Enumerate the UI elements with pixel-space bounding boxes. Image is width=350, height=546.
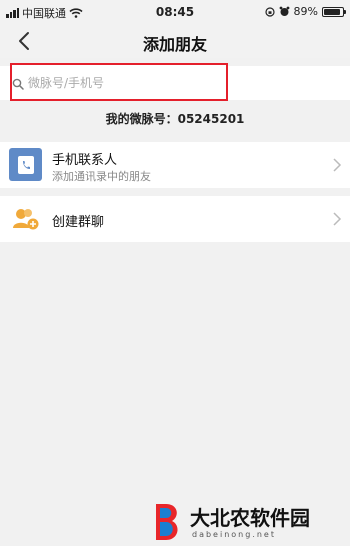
- page-title: 添加朋友: [142, 35, 207, 54]
- watermark-domain: dabeinong.net: [192, 530, 276, 539]
- watermark: 大北农软件园 dabeinong.net: [152, 500, 344, 544]
- list-item-phone-contacts[interactable]: 手机联系人 添加通讯录中的朋友: [0, 142, 350, 188]
- chevron-right-icon: [333, 212, 342, 226]
- status-bar-right: 89%: [264, 5, 346, 18]
- my-id-label: 我的微脉号：05245201: [105, 112, 245, 126]
- rotation-lock-icon: [264, 6, 275, 17]
- phone-book-icon: [9, 148, 42, 181]
- status-bar: 中国联通 08:45 89%: [0, 0, 350, 24]
- list-item-subtitle: 添加通讯录中的朋友: [52, 170, 151, 183]
- list-item-create-group[interactable]: 创建群聊: [0, 196, 350, 242]
- chevron-right-icon: [333, 158, 342, 172]
- battery-icon: [322, 6, 346, 17]
- alarm-icon: [279, 6, 289, 16]
- list-item-title: 手机联系人: [52, 153, 118, 168]
- group-add-icon: [13, 209, 39, 230]
- search-input[interactable]: [28, 74, 208, 92]
- nav-bar: 添加朋友: [0, 24, 350, 58]
- brand-logo-icon: [156, 504, 178, 540]
- list-item-title: 创建群聊: [52, 215, 105, 230]
- search-icon: [12, 78, 24, 90]
- battery-label: 89%: [293, 5, 318, 18]
- watermark-text: 大北农软件园: [190, 506, 310, 530]
